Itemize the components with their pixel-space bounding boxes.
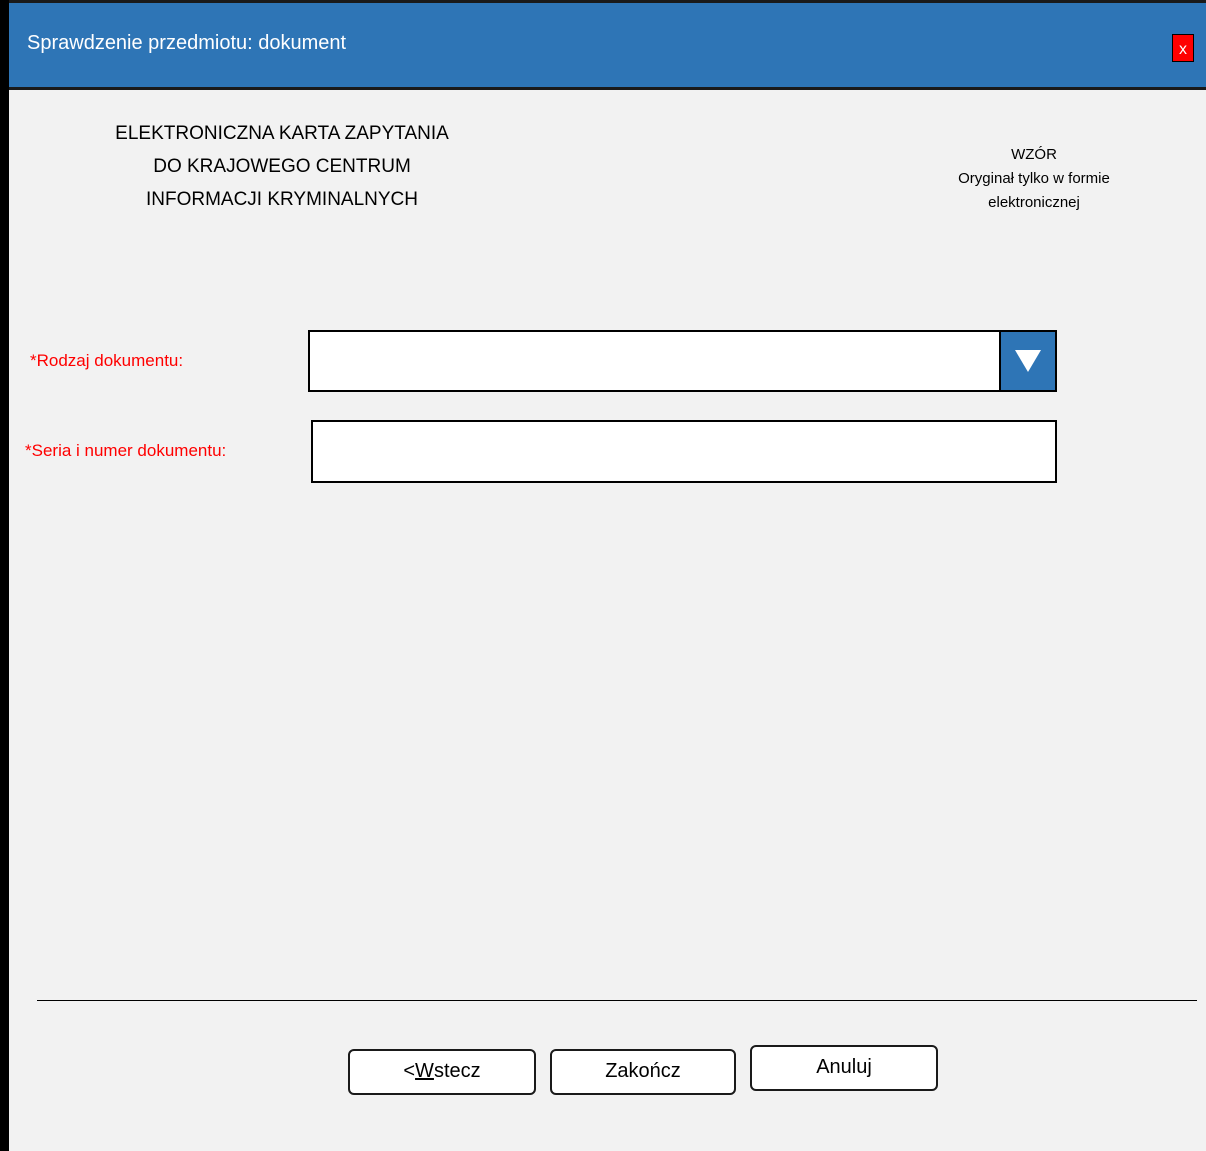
back-button-label: stecz <box>433 1060 481 1082</box>
form-heading-line-1: ELEKTRONICZNA KARTA ZAPYTANIA <box>115 123 449 144</box>
document-number-input[interactable] <box>311 420 1057 483</box>
back-button[interactable]: <Wstecz <box>348 1049 536 1095</box>
triangle-down-icon <box>1015 350 1041 372</box>
back-button-mnemonic: W <box>415 1060 434 1082</box>
document-type-select[interactable] <box>308 330 1057 392</box>
cancel-button[interactable]: Anuluj <box>750 1045 938 1091</box>
dialog-window: Sprawdzenie przedmiotu: dokument x ELEKT… <box>0 0 1206 1151</box>
document-type-label: *Rodzaj dokumentu: <box>30 351 184 370</box>
template-notice-line-3: elektronicznej <box>988 194 1080 211</box>
template-notice: WZÓR Oryginał tylko w formie elektronicz… <box>919 143 1149 215</box>
title-bar[interactable]: Sprawdzenie przedmiotu: dokument x <box>9 0 1206 90</box>
document-number-label: *Seria i numer dokumentu: <box>25 441 227 460</box>
document-type-dropdown-button[interactable] <box>999 330 1057 392</box>
form-heading-line-3: INFORMACJI KRYMINALNYCH <box>145 189 418 210</box>
template-notice-line-2: Oryginał tylko w formie <box>958 170 1110 187</box>
back-button-prefix: < <box>403 1060 416 1082</box>
footer-divider <box>37 1000 1197 1001</box>
form-heading: ELEKTRONICZNA KARTA ZAPYTANIA DO KRAJOWE… <box>69 117 495 216</box>
close-button[interactable]: x <box>1172 34 1194 62</box>
template-notice-line-1: WZÓR <box>1011 146 1057 163</box>
window-title: Sprawdzenie przedmiotu: dokument <box>27 32 347 54</box>
form-heading-line-2: DO KRAJOWEGO CENTRUM <box>153 156 411 177</box>
finish-button[interactable]: Zakończ <box>550 1049 736 1095</box>
